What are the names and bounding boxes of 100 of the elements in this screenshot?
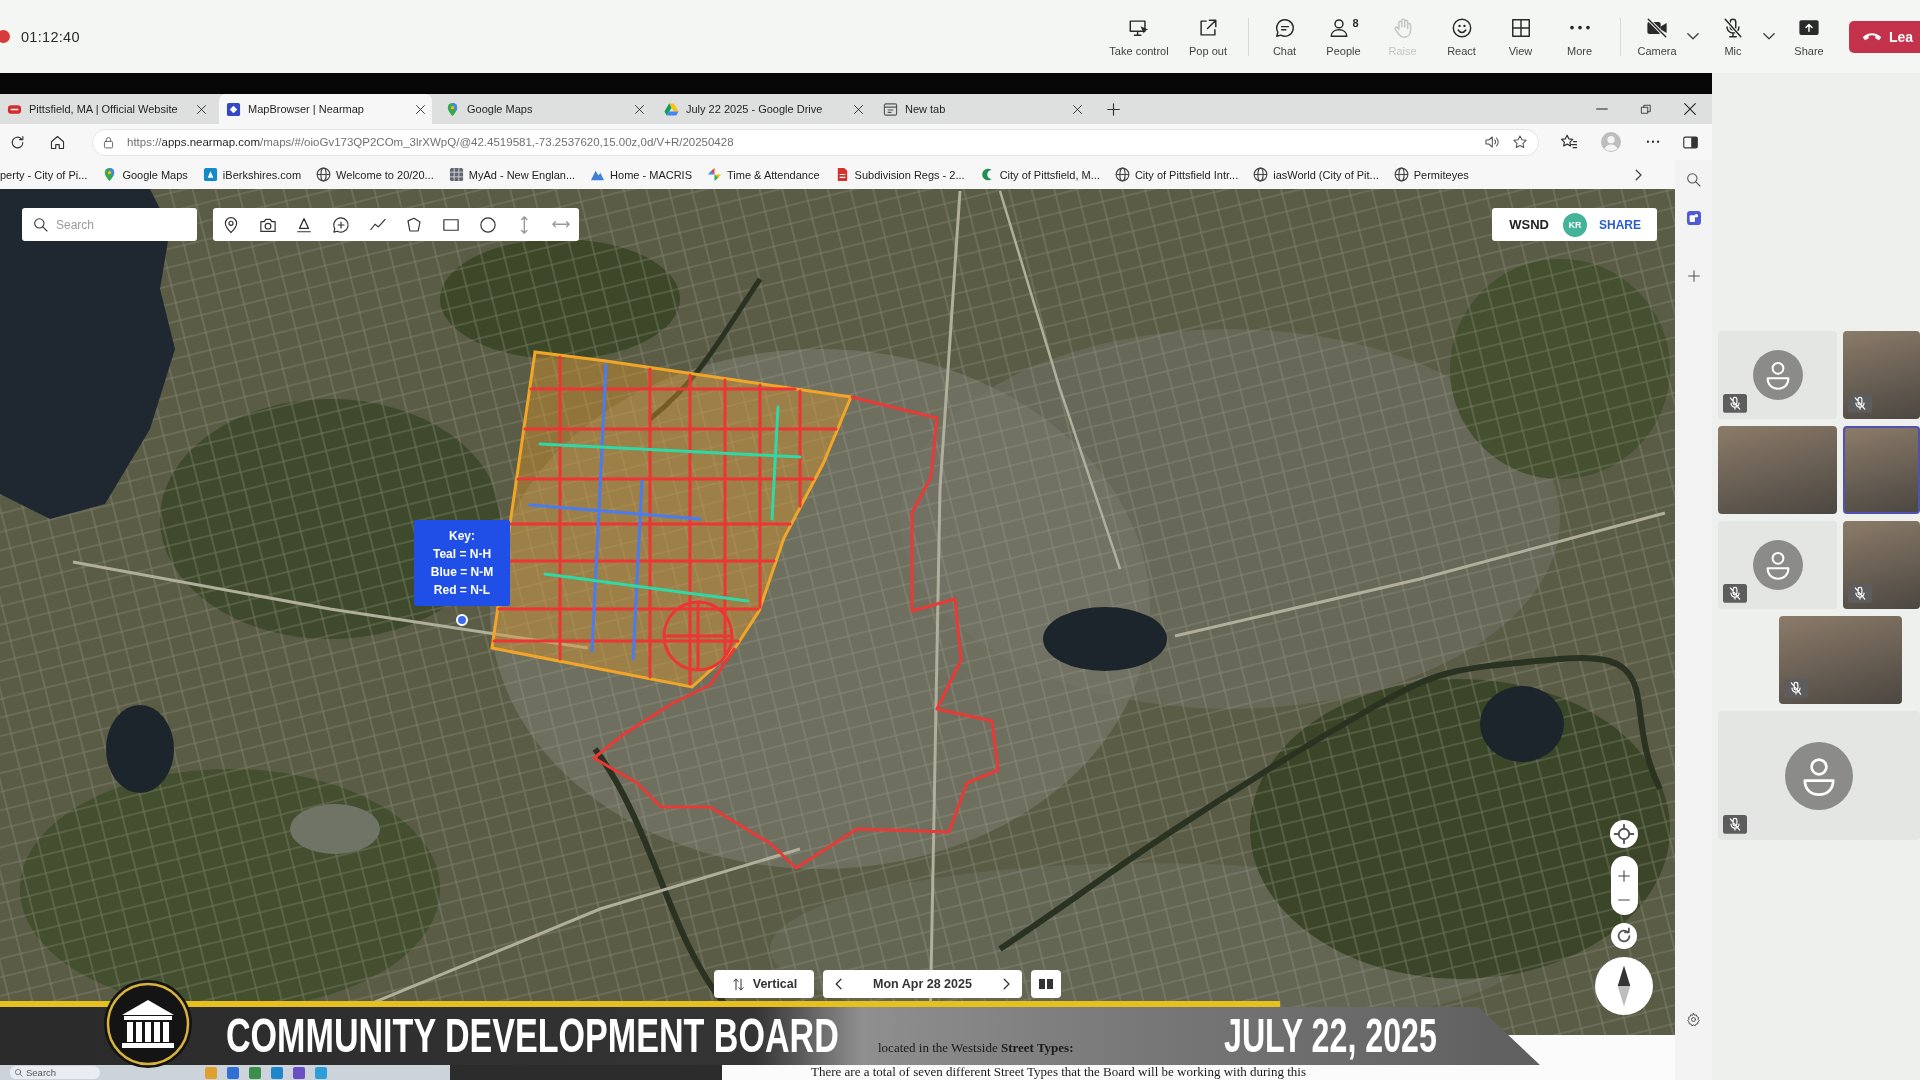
rotate-icon[interactable] xyxy=(1611,923,1637,949)
bookmark-link[interactable]: Subdivision Regs - 2... xyxy=(834,167,965,182)
chevron-down-icon[interactable] xyxy=(1687,33,1699,40)
grid-tile-icon xyxy=(448,167,464,182)
taskbar-app-icon[interactable] xyxy=(293,1067,305,1079)
grid-view-icon xyxy=(1509,16,1532,39)
home-icon[interactable] xyxy=(49,133,66,151)
search-icon[interactable] xyxy=(1686,173,1701,187)
triangle-underline-icon[interactable] xyxy=(295,215,314,234)
taskbar-search-field[interactable]: Search xyxy=(10,1066,100,1079)
close-icon[interactable] xyxy=(197,104,206,114)
more-icon[interactable] xyxy=(1646,140,1660,144)
browser-tab[interactable]: Pittsfield, MA | Official Website xyxy=(0,94,213,124)
close-icon[interactable] xyxy=(854,104,863,114)
pop-out-icon xyxy=(1197,16,1219,39)
camera-button[interactable]: Camera xyxy=(1632,16,1682,57)
document-text: There are a total of seven different Street Types that the Board will be working with during this xyxy=(811,1064,1306,1079)
person-avatar-icon xyxy=(1752,540,1803,590)
bookmark-link[interactable]: Google Maps xyxy=(102,167,188,182)
zoom-in-icon[interactable] xyxy=(1618,870,1630,883)
view-mode-button[interactable]: Vertical xyxy=(714,970,814,998)
person-avatar-icon xyxy=(1752,350,1803,400)
search-field[interactable]: Search xyxy=(22,208,197,241)
comment-plus-icon[interactable] xyxy=(332,215,351,234)
globe-icon xyxy=(1114,167,1130,182)
star-icon[interactable] xyxy=(1512,134,1528,150)
new-tab-icon[interactable] xyxy=(1107,102,1120,116)
people-button[interactable]: 8 People xyxy=(1314,16,1373,57)
chevron-right-icon[interactable] xyxy=(1002,978,1010,990)
person-avatar-icon xyxy=(1785,741,1853,810)
bookmark-link[interactable]: Welcome to 20/20... xyxy=(316,167,434,182)
diamond-tile-icon xyxy=(226,101,241,117)
phone-hangup-icon xyxy=(1862,31,1882,42)
lock-icon xyxy=(102,135,115,149)
raised-hand-icon xyxy=(1391,16,1414,39)
browser-window-icon xyxy=(883,101,898,117)
bookmark-link[interactable]: iasWorld (City of Pit... xyxy=(1253,167,1379,182)
two-panel-icon[interactable] xyxy=(1031,970,1061,998)
view-button[interactable]: View xyxy=(1491,16,1550,57)
favorites-icon[interactable] xyxy=(1560,133,1578,151)
vertical-measure-icon[interactable] xyxy=(520,215,529,234)
smiley-icon xyxy=(1450,16,1473,39)
more-button[interactable]: More xyxy=(1550,16,1609,57)
workspace-label: WSND xyxy=(1509,217,1549,232)
close-icon[interactable] xyxy=(416,104,425,114)
bookmark-link[interactable]: City of Pittsfield, M... xyxy=(979,167,1100,182)
bookmark-link[interactable]: MyAd - New Englan... xyxy=(448,167,576,182)
legend-title: Key: xyxy=(449,528,475,544)
pop-out-button[interactable]: Pop out xyxy=(1174,16,1242,57)
date-selector[interactable]: Mon Apr 28 2025 xyxy=(823,970,1022,998)
zoom-out-icon[interactable] xyxy=(1618,898,1630,901)
circle-icon[interactable] xyxy=(478,215,497,234)
globe-icon xyxy=(1253,167,1269,182)
chat-button[interactable]: Chat xyxy=(1255,16,1314,57)
share-button[interactable]: SHARE xyxy=(1599,217,1641,232)
horizontal-measure-icon[interactable] xyxy=(552,220,571,229)
legend-entry: Teal = N-H xyxy=(432,546,492,562)
refresh-icon[interactable] xyxy=(9,133,26,151)
browser-tab[interactable]: MapBrowser | Nearmap xyxy=(219,94,432,124)
bookmark-link[interactable]: Permiteyes xyxy=(1393,167,1469,182)
bookmark-link[interactable]: City of Pittsfield Intr... xyxy=(1114,167,1239,182)
close-icon[interactable] xyxy=(635,104,644,114)
legend-entry: Red = N-L xyxy=(433,582,491,598)
browser-tab[interactable]: New tab xyxy=(876,94,1089,124)
triangle-logo-icon xyxy=(664,101,679,117)
close-icon[interactable] xyxy=(1073,104,1082,114)
bookmark-link[interactable]: Home - MACRIS xyxy=(590,167,692,182)
speaker-icon[interactable] xyxy=(1484,134,1500,150)
bookmark-link[interactable]: perty - City of Pi... xyxy=(0,168,88,181)
app-tile-icon[interactable] xyxy=(1685,210,1702,226)
chevron-right-icon[interactable] xyxy=(1634,168,1642,181)
chevron-down-icon[interactable] xyxy=(1763,33,1775,40)
close-icon[interactable] xyxy=(1684,103,1696,115)
react-button[interactable]: React xyxy=(1432,16,1491,57)
mic-button[interactable]: Mic xyxy=(1708,16,1758,57)
meeting-timer: 01:12:40 xyxy=(21,28,80,45)
video-camera-off-icon xyxy=(1646,16,1668,39)
bookmark-link[interactable]: Time & Attendance xyxy=(707,167,820,182)
globe-icon xyxy=(316,167,332,182)
compass-icon[interactable] xyxy=(1595,957,1653,1015)
address-field[interactable]: https://apps.nearmap.com/maps/#/oioGv173QP2COm_3lrXWpQ/@42.4519581,-73.2537620,15.00z,0d/V+R/20250428 xyxy=(92,128,1539,156)
legend-entry: Blue = N-M xyxy=(430,564,494,580)
location-dot-icon xyxy=(456,614,468,626)
plus-icon[interactable] xyxy=(1687,270,1700,282)
browser-tab[interactable]: July 22 2025 - Google Drive xyxy=(657,94,870,124)
bookmark-link[interactable]: iBerkshires.com xyxy=(202,167,302,182)
browser-tab[interactable]: Google Maps xyxy=(438,94,651,124)
more-icon xyxy=(1568,24,1591,31)
vertical-arrows-icon xyxy=(730,976,746,992)
participant-count: 8 xyxy=(1352,16,1359,29)
banner-date: JULY 22, 2025 xyxy=(1224,1012,1437,1060)
restore-icon[interactable] xyxy=(1640,103,1652,115)
take-control-button[interactable]: Take control xyxy=(1104,16,1174,57)
locate-icon[interactable] xyxy=(1610,820,1638,848)
settings-icon[interactable] xyxy=(1686,1012,1701,1027)
pentagon-icon[interactable] xyxy=(405,215,424,234)
chevron-left-icon[interactable] xyxy=(835,978,843,990)
map-pin-icon[interactable] xyxy=(222,215,240,234)
leave-button[interactable]: Lea xyxy=(1849,20,1920,53)
share-button[interactable]: Share xyxy=(1784,16,1834,57)
